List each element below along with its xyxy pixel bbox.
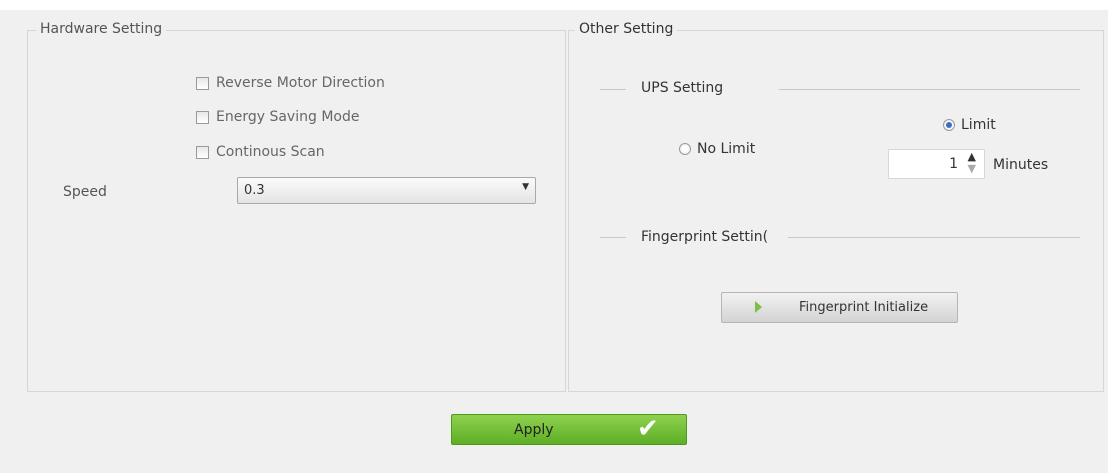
- reverse-motor-direction-option[interactable]: Reverse Motor Direction: [196, 75, 385, 91]
- ups-divider-left: [600, 89, 626, 90]
- energy-saving-mode-label: Energy Saving Mode: [216, 109, 360, 125]
- limit-label: Limit: [961, 117, 996, 133]
- ups-divider-right: [779, 89, 1080, 90]
- chevron-down-icon[interactable]: ▼: [522, 182, 529, 192]
- other-setting-title: Other Setting: [575, 21, 678, 37]
- reverse-motor-direction-label: Reverse Motor Direction: [216, 75, 385, 91]
- apply-label: Apply: [514, 422, 554, 438]
- speed-select-value: 0.3: [244, 183, 265, 198]
- limit-radio[interactable]: [943, 119, 955, 131]
- reverse-motor-direction-checkbox[interactable]: [196, 76, 209, 90]
- energy-saving-mode-option[interactable]: Energy Saving Mode: [196, 109, 359, 125]
- hardware-setting-group: Hardware Setting Reverse Motor Direction…: [27, 21, 566, 392]
- fingerprint-divider-right: [788, 237, 1080, 238]
- energy-saving-mode-checkbox[interactable]: [196, 110, 209, 124]
- settings-page: Hardware Setting Reverse Motor Direction…: [0, 0, 1108, 473]
- hardware-setting-title: Hardware Setting: [36, 21, 167, 37]
- no-limit-label: No Limit: [697, 141, 756, 157]
- other-setting-group: Other Setting UPS Setting No Limit Limit…: [568, 21, 1104, 392]
- fingerprint-divider-left: [600, 237, 626, 238]
- limit-option[interactable]: Limit: [943, 117, 996, 133]
- fingerprint-initialize-label: Fingerprint Initialize: [799, 300, 929, 315]
- minutes-value[interactable]: 1: [949, 156, 958, 172]
- no-limit-radio[interactable]: [679, 143, 691, 155]
- continous-scan-option[interactable]: Continous Scan: [196, 144, 325, 160]
- ups-setting-title: UPS Setting: [641, 80, 724, 96]
- minutes-label: Minutes: [993, 157, 1049, 173]
- checkmark-icon: ✔: [637, 414, 659, 444]
- top-strip: [0, 0, 1108, 10]
- fingerprint-initialize-button[interactable]: Fingerprint Initialize: [721, 292, 958, 323]
- spin-down-icon[interactable]: ▼: [968, 163, 976, 175]
- apply-button[interactable]: Apply ✔: [451, 414, 687, 445]
- continous-scan-checkbox[interactable]: [196, 145, 209, 159]
- fingerprint-setting-title: Fingerprint Settin(: [641, 229, 769, 245]
- minutes-spinner[interactable]: 1 ▲ ▼: [888, 149, 985, 179]
- continous-scan-label: Continous Scan: [216, 144, 325, 160]
- speed-label: Speed: [63, 184, 107, 200]
- speed-select[interactable]: 0.3 ▼: [237, 177, 536, 204]
- no-limit-option[interactable]: No Limit: [679, 141, 755, 157]
- fingerprint-icon: [752, 300, 764, 314]
